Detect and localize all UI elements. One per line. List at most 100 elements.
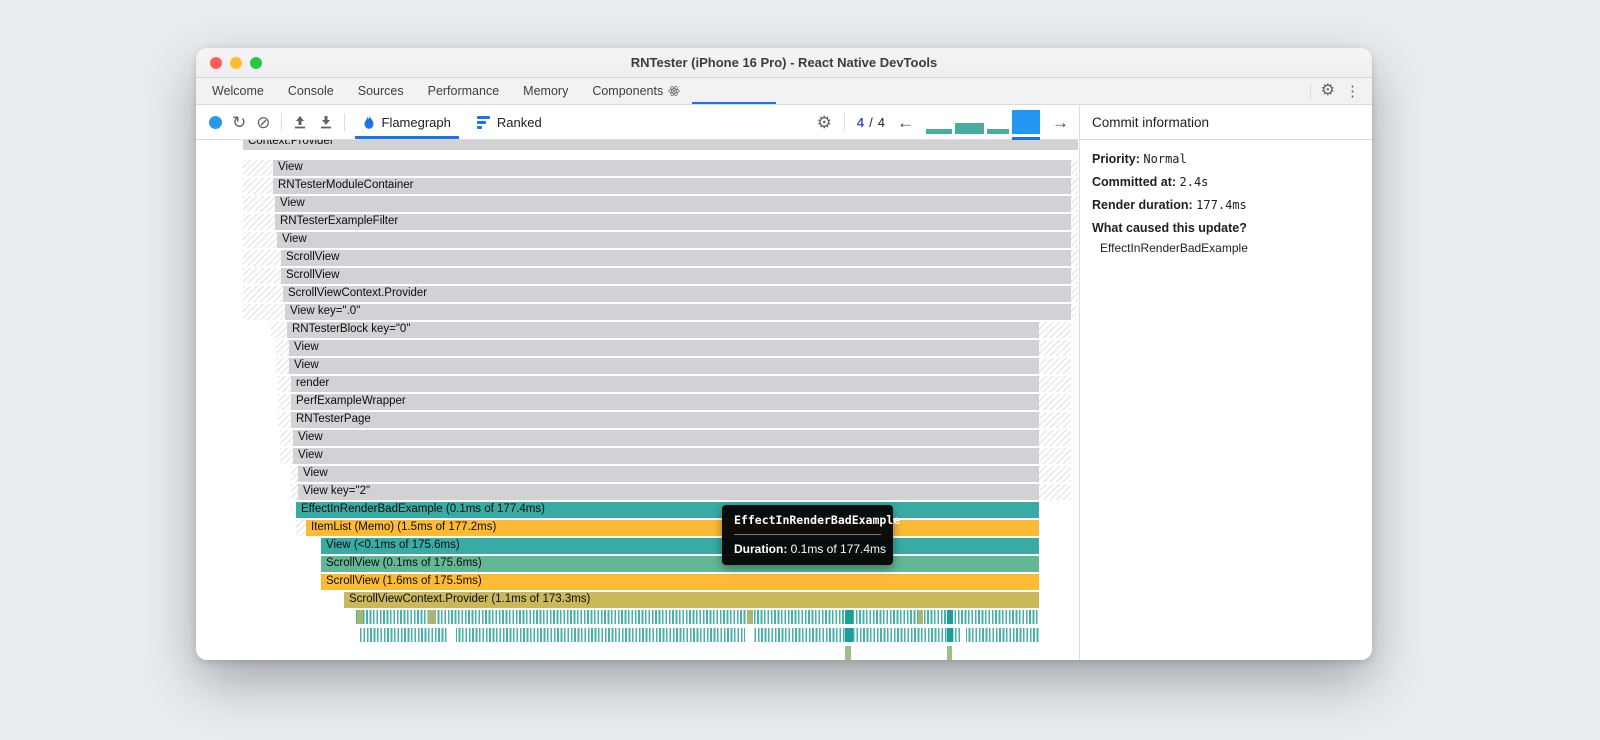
commit-bar-selected[interactable] [1012, 110, 1040, 140]
tab-label: Memory [523, 84, 569, 98]
tab-label: Console [287, 84, 334, 98]
next-commit-arrow-icon[interactable]: → [1052, 114, 1069, 131]
commit-info-value: Normal [1143, 152, 1187, 166]
flamegraph-bar[interactable]: View key="2" [298, 484, 1039, 500]
ranked-tab-label: Ranked [496, 114, 542, 130]
flamegraph-hatch [271, 322, 287, 338]
flamegraph-bar[interactable]: View [275, 196, 1071, 212]
tab-flamegraph[interactable]: Flamegraph [354, 105, 459, 139]
flamegraph-bar[interactable]: ScrollViewContext.Provider (1.1ms of 173… [344, 592, 1039, 608]
flamegraph-hatch [276, 340, 289, 356]
flamegraph-hatch [243, 304, 285, 320]
flamegraph-bar[interactable]: RNTesterModuleContainer [273, 178, 1071, 194]
flamegraph-micro-bar [845, 610, 853, 624]
tab-performance[interactable]: Performance [416, 78, 512, 104]
flamegraph-hatch [1071, 268, 1078, 284]
prev-commit-arrow-icon[interactable]: ← [897, 114, 914, 131]
commit-index: 4 [856, 114, 865, 130]
flamegraph-leaf-bar[interactable] [845, 646, 851, 660]
flamegraph-micro-bars-row[interactable] [360, 628, 1039, 642]
commit-info-field: Render duration: 177.4ms [1092, 198, 1360, 212]
commit-total: 4 [877, 114, 885, 130]
clear-profile-icon[interactable]: ⊘ [256, 114, 270, 131]
traffic-lights [210, 57, 262, 69]
commit-selector-chart[interactable] [926, 107, 1040, 140]
tab-components[interactable]: Components [580, 78, 692, 104]
tab-profiler[interactable] [692, 78, 777, 104]
flamegraph: EffectInRenderBadExample Duration: 0.1ms… [196, 140, 1079, 660]
tab-welcome[interactable]: Welcome [200, 78, 276, 104]
flamegraph-hatch [276, 358, 289, 374]
divider [280, 113, 282, 131]
react-atom-icon [668, 85, 680, 97]
zoom-window-button[interactable] [250, 57, 262, 69]
flamegraph-bar[interactable]: RNTesterPage [291, 412, 1039, 428]
flamegraph-bar[interactable]: PerfExampleWrapper [291, 394, 1039, 410]
flamegraph-micro-bar [947, 628, 953, 642]
commit-count-separator: / [869, 114, 873, 130]
commit-info-value: 177.4ms [1196, 198, 1247, 212]
record-button[interactable] [209, 115, 222, 129]
flamegraph-bar[interactable]: ScrollViewContext.Provider [283, 286, 1071, 302]
commit-bar[interactable] [987, 129, 1009, 134]
kebab-menu-icon[interactable]: ⋮ [1345, 84, 1360, 99]
flamegraph-bar[interactable]: View (<0.1ms of 175.6ms) [321, 538, 1039, 554]
close-window-button[interactable] [210, 57, 222, 69]
flamegraph-hatch [243, 178, 273, 194]
main-area: EffectInRenderBadExample Duration: 0.1ms… [196, 140, 1372, 660]
flamegraph-bar[interactable]: View [289, 340, 1039, 356]
update-cause-value[interactable]: EffectInRenderBadExample [1092, 235, 1360, 255]
tab-label: Welcome [212, 84, 264, 98]
flamegraph-bar[interactable]: ScrollView [281, 250, 1071, 266]
flamegraph-bar[interactable]: ItemList (Memo) (1.5ms of 177.2ms) [306, 520, 1039, 536]
flamegraph-hatch [280, 448, 293, 464]
tab-sources[interactable]: Sources [346, 78, 416, 104]
flamegraph-hatch [243, 286, 283, 302]
profiler-settings-gear-icon[interactable]: ⚙ [817, 114, 832, 131]
flamegraph-hatch [291, 484, 298, 500]
flamegraph-micro-bars-row[interactable] [356, 610, 1039, 624]
settings-gear-icon[interactable]: ⚙ [1321, 83, 1335, 99]
devtools-tabbar: Welcome Console Sources Performance Memory Co… [196, 78, 1372, 105]
flamegraph-hatch [1071, 178, 1078, 194]
tab-label: Sources [357, 84, 404, 98]
tab-ranked[interactable]: Ranked [469, 105, 550, 139]
import-profile-icon[interactable] [292, 114, 308, 130]
flamegraph-bar[interactable]: ScrollView (1.6ms of 175.5ms) [321, 574, 1039, 590]
flamegraph-hatch [291, 466, 298, 482]
flamegraph-micro-bar [448, 628, 456, 642]
flamegraph-bar[interactable]: render [291, 376, 1039, 392]
flamegraph-bar[interactable]: View [298, 466, 1039, 482]
tab-memory[interactable]: Memory [511, 78, 580, 104]
reload-profile-icon[interactable]: ↻ [232, 114, 246, 131]
flamegraph-leaf-bar[interactable] [947, 646, 952, 660]
flamegraph-bar[interactable]: View [273, 160, 1071, 176]
window-title: RNTester (iPhone 16 Pro) - React Native … [630, 55, 938, 70]
flame-icon [363, 114, 375, 130]
commit-bar[interactable] [926, 129, 952, 134]
profiler-toolbar-row: ↻ ⊘ Flamegraph Ranked ⚙ 4 / 4 ← → Commit… [196, 105, 1372, 140]
commit-information-panel: Priority: Normal Committed at: 2.4s Render… [1079, 140, 1372, 660]
flamegraph-bar[interactable]: View [289, 358, 1039, 374]
flamegraph-bar[interactable]: View [293, 448, 1039, 464]
flamegraph-hatch [278, 376, 291, 392]
export-profile-icon[interactable] [318, 114, 334, 130]
flamegraph-hatch [243, 196, 275, 212]
flamegraph-bar[interactable]: Context.Provider [243, 140, 1078, 150]
minimize-window-button[interactable] [230, 57, 242, 69]
flamegraph-hatch [1071, 160, 1078, 176]
flamegraph-bar[interactable]: ScrollView (0.1ms of 175.6ms) [321, 556, 1039, 572]
flamegraph-bar[interactable]: View [277, 232, 1071, 248]
flamegraph-hatch [243, 232, 277, 248]
flamegraph-micro-bar [357, 610, 363, 624]
tab-console[interactable]: Console [276, 78, 346, 104]
flamegraph-bar[interactable]: RNTesterBlock key="0" [287, 322, 1039, 338]
flamegraph-bar[interactable]: RNTesterExampleFilter [275, 214, 1071, 230]
commit-bar[interactable] [955, 123, 984, 134]
flamegraph-bar[interactable]: ScrollView [281, 268, 1071, 284]
flamegraph-bar[interactable]: EffectInRenderBadExample (0.1ms of 177.4… [296, 502, 1039, 518]
flamegraph-bar[interactable]: View key=".0" [285, 304, 1071, 320]
tooltip-divider [734, 534, 881, 535]
flamegraph-micro-bar [960, 628, 966, 642]
flamegraph-bar[interactable]: View [293, 430, 1039, 446]
